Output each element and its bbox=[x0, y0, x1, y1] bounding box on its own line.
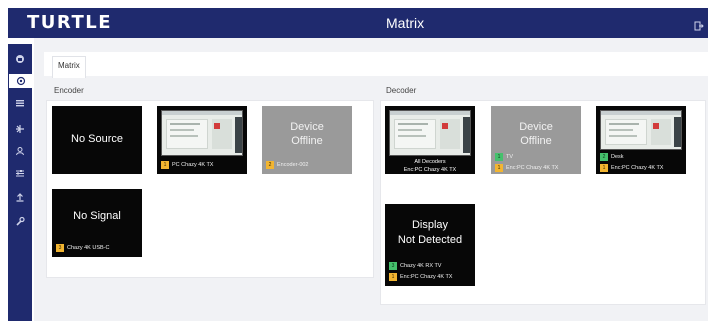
tile-label: 3 Chazy 4K USB-C bbox=[56, 243, 110, 252]
tile-status-text: No Source bbox=[71, 133, 123, 145]
tab-bar: Matrix bbox=[44, 52, 708, 78]
tile-label-decoder: 1 TV bbox=[495, 152, 513, 161]
decoder-tile-desk[interactable]: 2 Desk 1 Enc:PC Chazy 4K TX bbox=[596, 106, 686, 174]
encoder-number-badge: 1 bbox=[600, 163, 608, 172]
tile-status-line2: Offline bbox=[291, 135, 323, 147]
top-bar: TURTLE Matrix bbox=[8, 8, 708, 38]
decoder-number-badge: 1 bbox=[495, 152, 503, 161]
decoder-tile-tv[interactable]: Device Offline 1 TV 1 Enc:PC Chazy 4K TX bbox=[491, 106, 581, 174]
encoder-panel: No Source 1 PC Chazy 4K TX Device Offlin… bbox=[46, 100, 374, 278]
encoder-section-label: Encoder bbox=[54, 86, 84, 95]
encoder-number-badge: 3 bbox=[56, 243, 64, 252]
encoder-name: Chazy 4K USB-C bbox=[67, 244, 110, 251]
tile-status-line2: Offline bbox=[520, 135, 552, 147]
encoder-number-badge: 1 bbox=[389, 272, 397, 281]
encoder-number-badge: 1 bbox=[161, 160, 169, 169]
wrench-icon[interactable] bbox=[13, 214, 27, 228]
encoder-name: Encoder-002 bbox=[277, 161, 309, 168]
decoder-name: Desk bbox=[611, 153, 624, 160]
menu-icon[interactable] bbox=[13, 96, 27, 110]
preview-thumbnail bbox=[161, 110, 243, 156]
decoder-name: All Decoders bbox=[414, 159, 446, 165]
matrix-page: TURTLE Matrix Matrix Encoder No Source 1… bbox=[0, 0, 708, 321]
page-title: Matrix bbox=[386, 15, 425, 31]
decoder-source: Enc:PC Chazy 4K TX bbox=[403, 167, 457, 173]
tile-label-source: 1 Enc:PC Chazy 4K TX bbox=[389, 272, 452, 281]
tile-label-decoder: 2 Desk bbox=[600, 152, 624, 161]
tile-label-source: 1 Enc:PC Chazy 4K TX bbox=[600, 163, 663, 172]
settings-icon[interactable] bbox=[9, 74, 32, 88]
decoder-source: Enc:PC Chazy 4K TX bbox=[400, 273, 453, 280]
sidebar-nav bbox=[8, 44, 32, 321]
encoder-tile-no-signal[interactable]: No Signal 3 Chazy 4K USB-C bbox=[52, 189, 142, 257]
main-content: Matrix Encoder No Source 1 PC Chazy 4K T… bbox=[34, 38, 708, 321]
sliders-icon[interactable] bbox=[13, 166, 27, 180]
user-icon[interactable] bbox=[13, 144, 27, 158]
decoder-source: Enc:PC Chazy 4K TX bbox=[611, 164, 664, 171]
tile-status-line1: Display bbox=[411, 219, 449, 231]
encoder-name: PC Chazy 4K TX bbox=[172, 161, 214, 168]
encoder-tile-no-source[interactable]: No Source bbox=[52, 106, 142, 174]
tile-status-line1: Device bbox=[519, 121, 553, 133]
decoder-panel: All Decoders Enc:PC Chazy 4K TX Device O… bbox=[380, 100, 706, 305]
preview-thumbnail bbox=[389, 110, 471, 156]
upload-icon[interactable] bbox=[13, 190, 27, 204]
tile-label-decoder: 3 Chazy 4K RX TV bbox=[389, 261, 441, 270]
encoder-tile-pc-chazy[interactable]: 1 PC Chazy 4K TX bbox=[157, 106, 247, 174]
tab-label: Matrix bbox=[58, 61, 80, 70]
tile-label-source: 1 Enc:PC Chazy 4K TX bbox=[495, 163, 558, 172]
decoder-tile-all[interactable]: All Decoders Enc:PC Chazy 4K TX bbox=[385, 106, 475, 174]
turtle-logo: TURTLE bbox=[27, 12, 112, 33]
decoder-source: Enc:PC Chazy 4K TX bbox=[506, 164, 559, 171]
tile-status-line2: Not Detected bbox=[397, 234, 463, 246]
tab-matrix[interactable]: Matrix bbox=[52, 56, 86, 78]
encoder-tile-offline[interactable]: Device Offline 2 Encoder-002 bbox=[262, 106, 352, 174]
encoder-number-badge: 1 bbox=[495, 163, 503, 172]
decoder-tile-not-detected[interactable]: Display Not Detected 3 Chazy 4K RX TV 1 … bbox=[385, 204, 475, 286]
decoder-section-label: Decoder bbox=[386, 86, 417, 95]
home-icon[interactable] bbox=[13, 52, 27, 66]
network-icon[interactable] bbox=[13, 122, 27, 136]
encoder-number-badge: 2 bbox=[266, 160, 274, 169]
decoder-number-badge: 2 bbox=[600, 152, 608, 161]
decoder-name: TV bbox=[506, 153, 514, 160]
decoder-number-badge: 3 bbox=[389, 261, 397, 270]
preview-thumbnail bbox=[600, 110, 682, 150]
tile-label: 2 Encoder-002 bbox=[266, 160, 309, 169]
tile-status-line1: Device bbox=[290, 121, 324, 133]
logout-icon[interactable] bbox=[694, 18, 704, 31]
tile-status-text: No Signal bbox=[73, 210, 121, 222]
tile-label: 1 PC Chazy 4K TX bbox=[161, 160, 213, 169]
decoder-name: Chazy 4K RX TV bbox=[400, 262, 442, 269]
